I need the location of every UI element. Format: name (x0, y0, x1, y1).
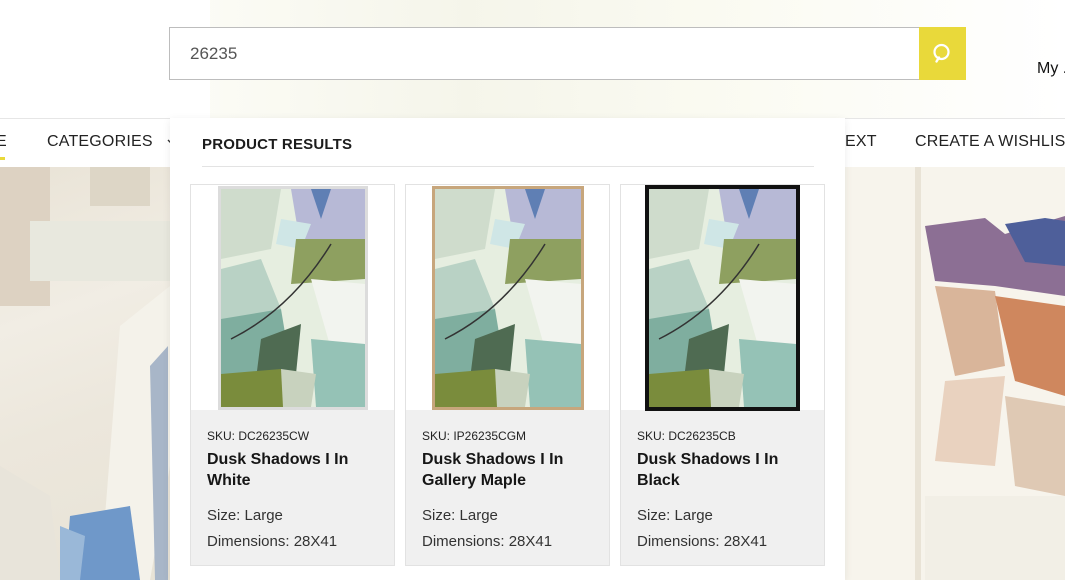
search-bar (169, 27, 966, 80)
nav-item-partial[interactable]: E (0, 133, 7, 151)
search-button[interactable] (919, 27, 966, 80)
product-image (621, 184, 824, 411)
product-dimensions: Dimensions: 28X41 (422, 533, 553, 550)
product-name[interactable]: Dusk Shadows I In Gallery Maple (422, 449, 597, 491)
product-name[interactable]: Dusk Shadows I In Black (637, 449, 812, 491)
product-size: Size: Large (207, 507, 283, 524)
product-size: Size: Large (637, 507, 713, 524)
product-card[interactable]: SKU: DC26235CW Dusk Shadows I In White S… (190, 184, 395, 566)
hero-art-left (0, 166, 170, 580)
product-dimensions: Dimensions: 28X41 (637, 533, 768, 550)
product-image (406, 185, 609, 410)
product-sku: SKU: IP26235CGM (422, 429, 527, 443)
product-name[interactable]: Dusk Shadows I In White (207, 449, 382, 491)
my-account-link[interactable]: My . (1037, 60, 1065, 78)
site-header: My . (0, 0, 1065, 118)
nav-item-partial-text[interactable]: EXT (845, 133, 877, 151)
divider (202, 166, 814, 167)
nav-item-categories[interactable]: CATEGORIES (47, 133, 177, 151)
product-card[interactable]: SKU: DC26235CB Dusk Shadows I In Black S… (620, 184, 825, 566)
product-size: Size: Large (422, 507, 498, 524)
product-results-heading: PRODUCT RESULTS (202, 136, 353, 153)
nav-item-create-wishlist[interactable]: CREATE A WISHLIST (915, 133, 1065, 151)
product-image (191, 185, 394, 410)
search-icon (932, 43, 950, 63)
product-dimensions: Dimensions: 28X41 (207, 533, 338, 550)
hero-art-right (845, 166, 1065, 580)
search-results-dropdown: PRODUCT RESULTS SKU: DC26235CW Dusk Shad… (170, 118, 845, 580)
product-sku: SKU: DC26235CB (637, 429, 736, 443)
product-card[interactable]: SKU: IP26235CGM Dusk Shadows I In Galler… (405, 184, 610, 566)
nav-categories-label: CATEGORIES (47, 133, 153, 150)
search-input[interactable] (169, 27, 919, 80)
product-sku: SKU: DC26235CW (207, 429, 310, 443)
nav-active-indicator (0, 157, 5, 160)
